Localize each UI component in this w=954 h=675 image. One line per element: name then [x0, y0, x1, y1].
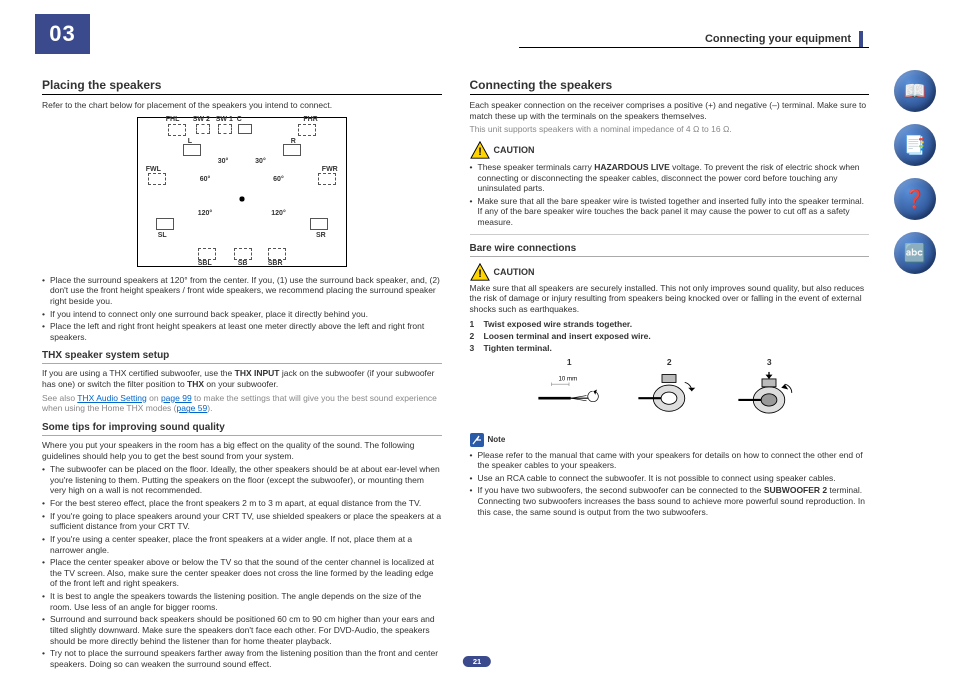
- wire-fig-3: 3: [734, 357, 804, 423]
- heading-tips: Some tips for improving sound quality: [42, 422, 442, 436]
- lbl-r: R: [291, 138, 296, 145]
- list-item: Try not to place the surround speakers f…: [42, 648, 442, 669]
- lbl-a120r: 120°: [271, 210, 285, 217]
- sidebar-nav-icons: 📖 📑 ❓ 🔤: [894, 70, 936, 274]
- heading-thx: THX speaker system setup: [42, 350, 442, 364]
- heading-bare: Bare wire connections: [470, 243, 870, 257]
- lbl-fwl: FWL: [146, 166, 161, 173]
- section-header-bar: Connecting your equipment: [519, 30, 869, 48]
- left-column: Placing the speakers Refer to the chart …: [42, 78, 442, 672]
- wire-steps: Twist exposed wire strands together. Loo…: [470, 319, 870, 353]
- lbl-a30l: 30°: [218, 158, 229, 165]
- header-accent: [859, 31, 863, 47]
- list-item: Surround and surround back speakers shou…: [42, 614, 442, 646]
- list-item: Place the left and right front height sp…: [42, 321, 442, 342]
- link-thx-audio[interactable]: THX Audio Setting: [77, 393, 146, 403]
- tips-intro: Where you put your speakers in the room …: [42, 440, 442, 461]
- lbl-c: C: [237, 116, 242, 123]
- lbl-a120l: 120°: [198, 210, 212, 217]
- listener-icon: [233, 190, 251, 208]
- step-1: Twist exposed wire strands together.: [470, 319, 870, 329]
- list-item: Please refer to the manual that came wit…: [470, 450, 870, 471]
- note-label: Note: [488, 435, 506, 444]
- lbl-sb: SB: [238, 260, 248, 267]
- page-number: 21: [463, 656, 491, 667]
- lbl-sw2: SW 2: [193, 116, 210, 123]
- heading-placing: Placing the speakers: [42, 78, 442, 95]
- list-item: If you intend to connect only one surrou…: [42, 309, 442, 320]
- thx-para-2: See also THX Audio Setting on page 99 to…: [42, 393, 442, 414]
- svg-text:!: !: [478, 268, 482, 280]
- index-icon[interactable]: 🔤: [894, 232, 936, 274]
- wire-fig-2: 2: [634, 357, 704, 423]
- conn-p1: Each speaker connection on the receiver …: [470, 100, 870, 121]
- wire-fig-1: 1 10 mm: [534, 357, 604, 423]
- conn-p2: This unit supports speakers with a nomin…: [470, 124, 870, 135]
- placing-intro: Refer to the chart below for placement o…: [42, 100, 442, 111]
- step-2: Loosen terminal and insert exposed wire.: [470, 331, 870, 341]
- list-item: It is best to angle the speakers towards…: [42, 591, 442, 612]
- lbl-sw1: SW 1: [216, 116, 233, 123]
- list-item: Use an RCA cable to connect the subwoofe…: [470, 473, 870, 484]
- caution-label: CAUTION: [494, 145, 535, 155]
- lbl-a30r: 30°: [255, 158, 266, 165]
- right-column: Connecting the speakers Each speaker con…: [470, 78, 870, 672]
- chapter-number: 03: [35, 14, 90, 54]
- placing-bullets: Place the surround speakers at 120° from…: [42, 275, 442, 343]
- caution-icon: !: [470, 263, 490, 281]
- caution2-text: Make sure that all speakers are securely…: [470, 283, 870, 315]
- link-page-59[interactable]: page 59: [177, 403, 208, 413]
- list-item: These speaker terminals carry HAZARDOUS …: [470, 162, 870, 194]
- glossary-icon[interactable]: 📑: [894, 124, 936, 166]
- list-item: If you have two subwoofers, the second s…: [470, 485, 870, 517]
- lbl-sr: SR: [316, 232, 326, 239]
- lbl-a60r: 60°: [273, 176, 284, 183]
- thx-para-1: If you are using a THX certified subwoof…: [42, 368, 442, 389]
- caution-icon: !: [470, 141, 490, 159]
- caution-label: CAUTION: [494, 267, 535, 277]
- note-icon: [470, 433, 484, 447]
- divider: [470, 234, 870, 235]
- wire-figure: 1 10 mm 2: [470, 357, 870, 423]
- list-item: The subwoofer can be placed on the floor…: [42, 464, 442, 496]
- step-3: Tighten terminal.: [470, 343, 870, 353]
- lbl-l: L: [188, 138, 192, 145]
- list-item: Make sure that all the bare speaker wire…: [470, 196, 870, 228]
- list-item: Place the surround speakers at 120° from…: [42, 275, 442, 307]
- lbl-fwr: FWR: [322, 166, 338, 173]
- section-header: Connecting your equipment: [705, 33, 851, 45]
- lbl-sbr: SBR: [268, 260, 283, 267]
- list-item: Place the center speaker above or below …: [42, 557, 442, 589]
- note-bullets: Please refer to the manual that came wit…: [470, 450, 870, 518]
- link-page-99[interactable]: page 99: [161, 393, 192, 403]
- caution1-bullets: These speaker terminals carry HAZARDOUS …: [470, 162, 870, 228]
- list-item: If you're going to place speakers around…: [42, 511, 442, 532]
- lbl-fhr: FHR: [303, 116, 317, 123]
- tips-bullets: The subwoofer can be placed on the floor…: [42, 464, 442, 669]
- heading-connecting: Connecting the speakers: [470, 78, 870, 95]
- speaker-placement-diagram: FHL SW 2 SW 1 C FHR L R FWL FWR 30° 30° …: [137, 117, 347, 267]
- lbl-sl: SL: [158, 232, 167, 239]
- lbl-fhl: FHL: [166, 116, 180, 123]
- lbl-sbl: SBL: [198, 260, 212, 267]
- list-item: If you're using a center speaker, place …: [42, 534, 442, 555]
- book-icon[interactable]: 📖: [894, 70, 936, 112]
- dim-10mm: 10 mm: [559, 375, 578, 382]
- svg-text:!: !: [478, 146, 482, 158]
- lbl-a60l: 60°: [200, 176, 211, 183]
- help-icon[interactable]: ❓: [894, 178, 936, 220]
- list-item: For the best stereo effect, place the fr…: [42, 498, 442, 509]
